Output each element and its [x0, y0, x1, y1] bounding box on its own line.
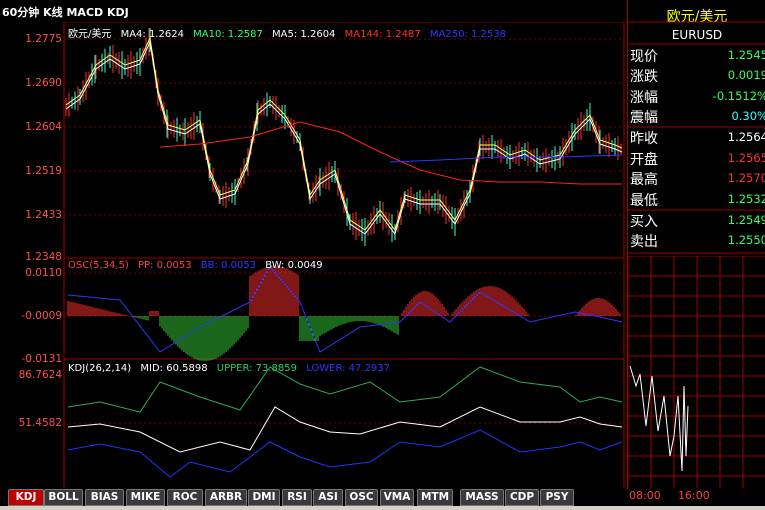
osc-ytick: 0.0110	[25, 267, 62, 279]
osc-legend: OSC(5,34,5) PP: 0.0053 BB: 0.0053 BW: 0.…	[68, 260, 329, 271]
quote-value: 1.2564	[727, 130, 765, 144]
tab-kdj[interactable]: KDJ	[8, 489, 44, 506]
tab-asi[interactable]: ASI	[313, 489, 343, 506]
chart-canvas[interactable]	[0, 21, 627, 491]
quote-label: 卖出	[630, 234, 658, 250]
price-legend-3: MA5: 1.2604	[272, 29, 336, 40]
osc-ytick: -0.0009	[21, 310, 62, 322]
quote-label: 开盘	[630, 152, 658, 168]
tab-vma[interactable]: VMA	[380, 489, 414, 506]
quote-value: 1.2545	[727, 48, 765, 62]
price-legend-1: MA4: 1.2624	[120, 29, 184, 40]
quote-label: 昨收	[630, 131, 658, 147]
tab-rsi[interactable]: RSI	[282, 489, 312, 506]
price-ytick: 1.2604	[25, 121, 62, 133]
price-legend-0: 欧元/美元	[68, 29, 112, 40]
quote-label: 震幅	[630, 110, 658, 126]
quote-label: 现价	[630, 49, 658, 65]
tab-mike[interactable]: MIKE	[126, 489, 165, 506]
price-legend: 欧元/美元 MA4: 1.2624 MA10: 1.2587 MA5: 1.26…	[68, 25, 512, 40]
kdj-legend: KDJ(26,2,14) MID: 60.5898 UPPER: 73.8859…	[68, 363, 396, 374]
price-ytick: 1.2690	[25, 77, 62, 89]
quote-value: -0.1512%	[712, 89, 765, 103]
tab-mtm[interactable]: MTM	[417, 489, 453, 506]
quote-panel: 欧元/美元 EURUSD 现价 1.2545 涨跌 0.0019 涨幅 -0.1…	[627, 0, 765, 502]
price-legend-2: MA10: 1.2587	[193, 29, 263, 40]
quote-row-open: 开盘 1.2565	[628, 149, 765, 169]
osc-signal-line	[67, 266, 623, 353]
quote-label: 最低	[630, 193, 658, 209]
tab-roc[interactable]: ROC	[167, 489, 203, 506]
tab-boll[interactable]: BOLL	[44, 489, 83, 506]
status-strip	[0, 506, 765, 510]
price-legend-5: MA250: 1.2538	[429, 29, 506, 40]
tab-cdp[interactable]: CDP	[505, 489, 539, 506]
quote-value: 0.30%	[731, 109, 765, 123]
quote-label: 涨幅	[630, 90, 658, 106]
tab-psy[interactable]: PSY	[540, 489, 574, 506]
quote-row-change-pct: 涨幅 -0.1512%	[628, 87, 765, 107]
window-title: 60分钟 K线 MACD KDJ	[2, 6, 129, 19]
mini-time-label: 16:00	[678, 489, 710, 502]
price-ytick: 1.2348	[25, 251, 62, 263]
kdj-legend-3: LOWER: 47.2937	[306, 363, 391, 374]
osc-ytick: -0.0131	[21, 353, 62, 365]
osc-legend-2: BB: 0.0053	[200, 260, 257, 271]
ma-line	[65, 40, 623, 236]
price-ytick: 1.2775	[25, 33, 62, 45]
quote-value: 1.2570	[727, 171, 765, 185]
main-chart-area[interactable]: 欧元/美元 MA4: 1.2624 MA10: 1.2587 MA5: 1.26…	[0, 21, 627, 507]
tab-osc[interactable]: OSC	[345, 489, 378, 506]
quote-value: 1.2550	[727, 233, 765, 247]
quote-row-bid: 买入 1.2549	[628, 211, 765, 231]
quote-row-change: 涨跌 0.0019	[628, 66, 765, 86]
quote-row-price: 现价 1.2545	[628, 46, 765, 66]
osc-legend-0: OSC(5,34,5)	[68, 260, 129, 271]
kdj-ytick: 51.4582	[18, 417, 62, 429]
mini-price-line	[629, 365, 689, 472]
kdj-legend-0: KDJ(26,2,14)	[68, 363, 132, 374]
quote-value: 0.0019	[727, 68, 765, 82]
quote-value: 1.2532	[727, 192, 765, 206]
osc-legend-1: PP: 0.0053	[138, 260, 192, 271]
intraday-mini-chart[interactable]	[628, 256, 765, 488]
tab-bias[interactable]: BIAS	[85, 489, 124, 506]
kdj-legend-1: MID: 60.5898	[140, 363, 208, 374]
tab-mass[interactable]: MASS	[460, 489, 504, 506]
tab-arbr[interactable]: ARBR	[205, 489, 247, 506]
quote-row-high: 最高 1.2570	[628, 169, 765, 189]
mini-time-label: 08:00	[629, 489, 661, 502]
quote-row-ask: 卖出 1.2550	[628, 231, 765, 251]
quote-row-low: 最低 1.2532	[628, 190, 765, 210]
quote-value: 1.2565	[727, 151, 765, 165]
tab-dmi[interactable]: DMI	[248, 489, 280, 506]
quote-label: 买入	[630, 214, 658, 230]
price-legend-4: MA144: 1.2487	[344, 29, 421, 40]
kdj-panel-frame	[63, 358, 625, 491]
ma144-line	[159, 121, 622, 185]
quote-value: 1.2549	[727, 213, 765, 227]
quote-label: 涨跌	[630, 69, 658, 85]
price-ytick: 1.2519	[25, 165, 62, 177]
indicator-tab-bar: KDJ BOLL BIAS MIKE ROC ARBR DMI RSI ASI …	[0, 488, 627, 506]
quote-row-prev-close: 昨收 1.2564	[628, 128, 765, 148]
kdj-legend-2: UPPER: 73.8859	[216, 363, 297, 374]
kdj-mid-line	[67, 406, 623, 453]
kdj-ytick: 86.7624	[18, 369, 62, 381]
price-ytick: 1.2433	[25, 209, 62, 221]
quote-label: 最高	[630, 172, 658, 188]
price-panel-frame	[63, 21, 625, 259]
osc-legend-3: BW: 0.0049	[265, 260, 323, 271]
quote-row-amplitude: 震幅 0.30%	[628, 107, 765, 127]
